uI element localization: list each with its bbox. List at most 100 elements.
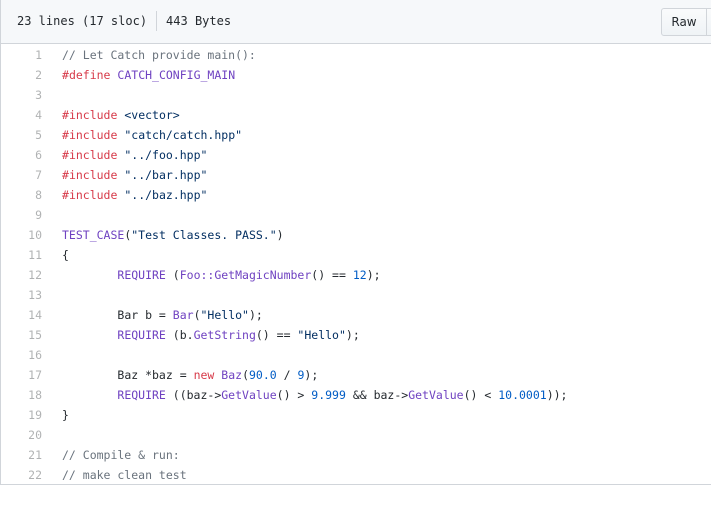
code-line: 5 #include "catch/catch.hpp" <box>1 125 567 145</box>
line-code: #define CATCH_CONFIG_MAIN <box>42 65 567 85</box>
code-table: 1// Let Catch provide main(): 2 #define CA… <box>1 45 567 485</box>
line-code: REQUIRE (Foo::GetMagicNumber() == 12); <box>42 265 567 285</box>
line-code: TEST_CASE("Test Classes. PASS.") <box>42 225 567 245</box>
line-number[interactable]: 4 <box>1 105 42 125</box>
line-code: REQUIRE ((baz->GetValue() > 9.999 && baz… <box>42 385 567 405</box>
line-code: // Let Catch provide main(): <box>42 45 567 65</box>
code-token: { <box>62 248 69 262</box>
blame-button[interactable] <box>707 8 711 36</box>
code-token: Bar <box>172 308 194 322</box>
code-token: // make clean test <box>62 468 187 482</box>
code-token: Bar b = <box>62 308 173 322</box>
line-number[interactable]: 18 <box>1 385 42 405</box>
code-line: 18 REQUIRE ((baz->GetValue() > 9.999 && … <box>1 385 567 405</box>
code-token: REQUIRE <box>117 388 166 402</box>
line-code: // make clean test <box>42 465 567 485</box>
code-token: "Test Classes. PASS." <box>131 228 277 242</box>
line-number[interactable]: 7 <box>1 165 42 185</box>
code-token: )); <box>546 388 568 402</box>
line-number[interactable]: 15 <box>1 325 42 345</box>
line-code: #include "catch/catch.hpp" <box>42 125 567 145</box>
line-number[interactable]: 2 <box>1 65 42 85</box>
line-code <box>42 205 567 225</box>
code-token: ); <box>248 308 263 322</box>
code-token: } <box>62 408 69 422</box>
code-token: include <box>68 108 118 122</box>
code-token: Baz <box>221 368 243 382</box>
code-token: "Hello" <box>200 308 249 322</box>
line-code: } <box>42 405 567 425</box>
code-line: 16 <box>1 345 567 365</box>
line-number[interactable]: 13 <box>1 285 42 305</box>
code-token: ); <box>366 268 381 282</box>
line-number[interactable]: 5 <box>1 125 42 145</box>
line-number[interactable]: 21 <box>1 445 42 465</box>
code-token: include <box>68 188 118 202</box>
code-token: "../foo.hpp" <box>124 148 208 162</box>
code-token: CATCH_CONFIG_MAIN <box>117 68 236 82</box>
code-token: REQUIRE <box>117 268 166 282</box>
code-token: () == <box>311 268 353 282</box>
code-token: "catch/catch.hpp" <box>124 128 243 142</box>
line-number[interactable]: 20 <box>1 425 42 445</box>
line-number[interactable]: 14 <box>1 305 42 325</box>
code-token: GetValue <box>408 388 464 402</box>
code-token: new <box>193 368 215 382</box>
file-info-divider <box>156 10 158 31</box>
code-line: 4 #include <vector> <box>1 105 567 125</box>
line-number[interactable]: 19 <box>1 405 42 425</box>
code-token: Foo::GetMagicNumber <box>179 268 312 282</box>
code-line: 21 // Compile & run: <box>1 445 567 465</box>
line-code: #include <vector> <box>42 105 567 125</box>
line-code: { <box>42 245 567 265</box>
line-code <box>42 425 567 445</box>
line-number[interactable]: 16 <box>1 345 42 365</box>
code-token: # <box>62 128 69 142</box>
code-token: 90.0 <box>249 368 277 382</box>
line-number[interactable]: 11 <box>1 245 42 265</box>
line-number[interactable]: 1 <box>1 45 42 65</box>
code-line: 7 #include "../bar.hpp" <box>1 165 567 185</box>
line-number[interactable]: 6 <box>1 145 42 165</box>
code-line: 10 TEST_CASE("Test Classes. PASS.") <box>1 225 567 245</box>
code-line: 1 // Let Catch provide main(): <box>1 45 567 65</box>
code-token: "../baz.hpp" <box>124 188 208 202</box>
line-code: #include "../baz.hpp" <box>42 185 567 205</box>
code-line: 14 Bar b = Bar("Hello"); <box>1 305 567 325</box>
line-number[interactable]: 3 <box>1 85 42 105</box>
code-token: // Compile & run: <box>62 448 180 462</box>
code-line: 9 <box>1 205 567 225</box>
code-line: 8 #include "../baz.hpp" <box>1 185 567 205</box>
raw-button[interactable]: Raw <box>661 8 707 36</box>
line-code <box>42 345 567 365</box>
code-token: (b. <box>165 328 194 342</box>
code-token: GetValue <box>221 388 277 402</box>
code-token: && baz-> <box>345 388 409 402</box>
line-number[interactable]: 9 <box>1 205 42 225</box>
code-token: <vector> <box>124 108 180 122</box>
line-code <box>42 285 567 305</box>
file-view: 23 lines (17 sloc) 443 Bytes Raw 1 // Let … <box>0 0 711 485</box>
line-code: // Compile & run: <box>42 445 567 465</box>
code-token: 12 <box>352 268 367 282</box>
code-token: ); <box>304 368 319 382</box>
line-number[interactable]: 10 <box>1 225 42 245</box>
line-code: Baz *baz = new Baz(90.0 / 9); <box>42 365 567 385</box>
line-number[interactable]: 12 <box>1 265 42 285</box>
file-info: 23 lines (17 sloc) 443 Bytes <box>17 0 231 44</box>
code-line: 13 <box>1 285 567 305</box>
code-line: 6 #include "../foo.hpp" <box>1 145 567 165</box>
code-token: () < <box>463 388 499 402</box>
code-token: # <box>62 188 69 202</box>
line-number[interactable]: 8 <box>1 185 42 205</box>
line-number[interactable]: 17 <box>1 365 42 385</box>
code-line: 11 { <box>1 245 567 265</box>
code-token: GetString <box>193 328 256 342</box>
line-number[interactable]: 22 <box>1 465 42 485</box>
code-token: define <box>68 68 111 82</box>
code-token: # <box>62 68 69 82</box>
code-token: "../bar.hpp" <box>124 168 208 182</box>
code-line: 15 REQUIRE (b.GetString() == "Hello"); <box>1 325 567 345</box>
